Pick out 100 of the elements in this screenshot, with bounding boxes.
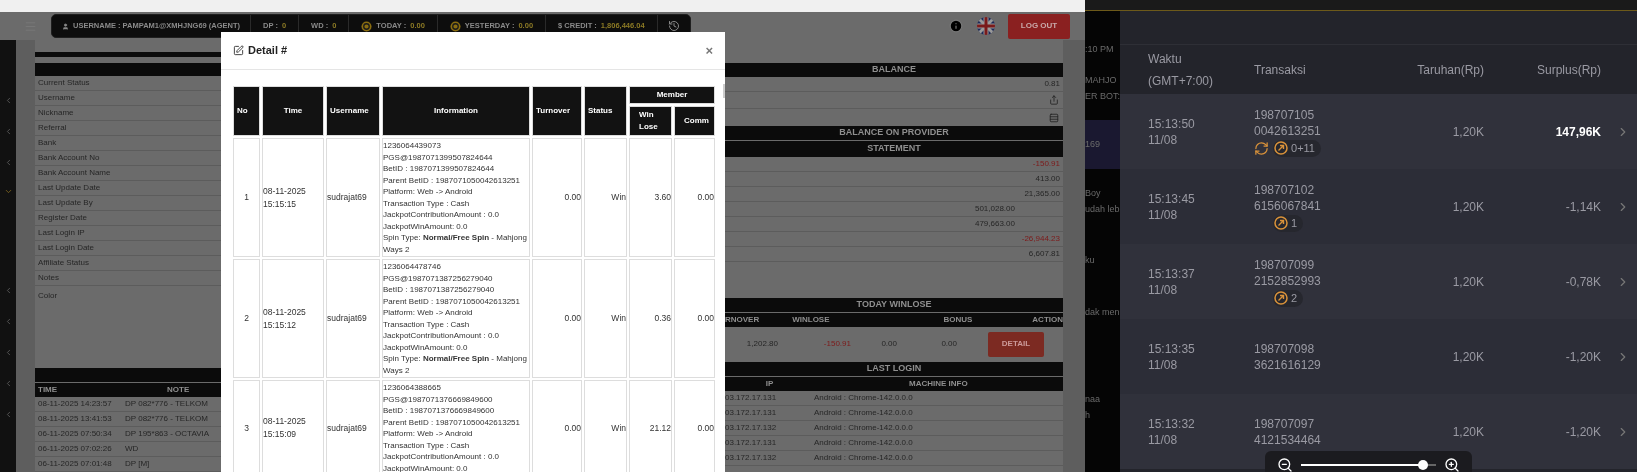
coin-icon (361, 20, 373, 32)
profile-label: Register Date (38, 212, 87, 224)
detail-button[interactable]: DETAIL (988, 331, 1044, 357)
time-text: 15:13:45 (1148, 190, 1196, 207)
column-header: Information (382, 86, 530, 136)
bet-amount: 1,20K (1451, 123, 1484, 141)
table-cell: 08-11-2025 15:15:12 (262, 259, 324, 378)
chevron-down-icon[interactable] (3, 187, 13, 196)
profile-label: Bank (38, 137, 57, 149)
column-header: Surplus(Rp) (1536, 61, 1601, 79)
column-header: ACTION (1031, 314, 1063, 326)
chat-snippet: dak men (1085, 305, 1120, 319)
table-cell-text: 06-11-2025 07:50:34 (37, 428, 113, 440)
transaction-row[interactable]: 15:13:32 11/08 198707097 4121534464 1,20K -1,20K (1120, 394, 1637, 469)
chat-snippet: ER BOT: (1085, 90, 1120, 103)
chat-snippet: :10 PM (1085, 43, 1115, 56)
chat-snippet: naa (1085, 393, 1102, 406)
table-cell: Android : Chrome-142.0.0.0 (814, 407, 913, 419)
statement-value: -150.91 (1032, 158, 1060, 170)
table-cell: WD (125, 443, 139, 455)
table-cell: sudrajat69 (326, 380, 380, 472)
section-header: TODAY WINLOSE (725, 298, 1063, 312)
column-header: Turnover (532, 86, 582, 136)
close-button[interactable]: × (705, 44, 713, 57)
column-header: RNOVER (725, 314, 761, 326)
table-cell: 21.12 (629, 380, 672, 472)
table-cell: sudrajat69 (326, 138, 380, 257)
table-cell: 0.00 (674, 138, 715, 257)
scrollbar[interactable] (723, 84, 725, 98)
zoom-out-icon[interactable] (1277, 457, 1293, 472)
table-cell: Android : Chrome-142.0.0.0 (814, 392, 913, 404)
user-icon (62, 22, 69, 30)
column-header: Taruhan(Rp) (1416, 61, 1484, 79)
edit-icon (233, 45, 244, 56)
chat-snippet: h (1085, 408, 1091, 422)
transaction-row[interactable]: 15:13:37 11/08 198707099 2152852993 2 1,20K -0,78K (1120, 244, 1637, 319)
info-cell: 1236064388665 PGS@1987071376669849600 BetID : 1987071376669849600 Parent BetID : 1987071050042613251 Platform: Web -> Android Transaction Type : Cash JackpotContributionAmount : 0.0 JackpotWinAmount: 0.0 (382, 380, 530, 472)
column-header: BONUS (942, 314, 973, 326)
column-header: Status (584, 86, 627, 136)
info-cell: 1236064439073 PGS@1987071399507824644 BetID : 1987071399507824644 Parent BetID : 1987071050042613251 Platform: Web -> Android Transaction Type : Cash JackpotContributionAmount : 0.0 JackpotWinAmount: 0.0 Spin Type: Normal/Free Spin - Mahjong Ways 2 (382, 138, 530, 257)
transaction-id: 198707097 (1254, 415, 1316, 432)
table-cell-text: 06-11-2025 07:02:26 (37, 443, 113, 455)
history-icon[interactable] (667, 20, 680, 32)
section-header: LAST LOGIN (725, 362, 1063, 376)
statement-value: 501,028.00 (974, 203, 1015, 215)
time-text: 15:13:50 (1148, 115, 1196, 132)
column-header: Win Lose (629, 106, 672, 136)
surplus-amount: 147,96K (1554, 123, 1601, 141)
column-header: Waktu (GMT+7:00) (1147, 50, 1215, 90)
transaction-id: 198707098 (1254, 340, 1316, 357)
transaction-row[interactable]: 15:13:35 11/08 198707098 3621616129 1,20K -1,20K (1120, 319, 1637, 394)
flag-icon[interactable] (977, 17, 995, 35)
table-cell: 08-11-2025 15:15:15 (262, 138, 324, 257)
share-icon[interactable] (1049, 95, 1059, 105)
section-header: BALANCE ON PROVIDER (725, 126, 1063, 140)
zoom-in-icon[interactable] (1444, 457, 1460, 472)
time-text: 15:13:35 (1148, 340, 1196, 357)
table-cell: 0.00 (674, 380, 715, 472)
chat-snippet: 169 (1085, 119, 1120, 169)
column-header: NOTE (166, 384, 190, 396)
transaction-row[interactable]: 15:13:45 11/08 198707102 6156067841 1 1,20K -1,14K (1120, 169, 1637, 244)
date-text: 11/08 (1148, 206, 1179, 223)
transaction-id: 4121534464 (1254, 431, 1322, 448)
profile-label: Bank Account No (38, 152, 100, 164)
info-icon[interactable] (949, 19, 963, 33)
transaction-row[interactable]: 15:13:50 11/08 198707105 0042613251 0+11 1,20K 147,96K (1120, 94, 1637, 169)
list-icon[interactable] (1049, 112, 1059, 123)
table-cell: 0.00 (532, 138, 582, 257)
surplus-amount: -1,20K (1564, 348, 1601, 366)
section-header: BALANCE (725, 63, 1063, 77)
column-header: Member (629, 86, 715, 104)
table-cell: 0.00 (532, 259, 582, 378)
coin-icon (449, 20, 461, 32)
profile-label: Notes (38, 272, 59, 284)
bet-amount: 1,20K (1451, 198, 1484, 216)
table-cell: Android : Chrome-142.0.0.0 (814, 452, 913, 464)
table-cell-text: 06-11-2025 07:01:48 (37, 458, 113, 470)
transaction-id: 2152852993 (1254, 272, 1322, 289)
count-badge: 2 (1273, 289, 1304, 307)
transaction-id: 198707105 (1254, 106, 1316, 123)
table-cell-text: 03.172.17.131 (725, 437, 778, 449)
column-header: MACHINE INFO (908, 378, 968, 390)
table-cell: 2 (233, 259, 260, 378)
table-cell-text: 03.172.17.131 (725, 407, 778, 419)
statement-value: -26,944.23 (1021, 233, 1060, 245)
bet-amount: 1,20K (1451, 423, 1484, 441)
column-header: Comm (674, 106, 715, 136)
table-cell: 08-11-2025 15:15:09 (262, 380, 324, 472)
logout-button[interactable]: LOG OUT (1008, 13, 1070, 39)
table-cell: 3.60 (629, 138, 672, 257)
transaction-id: 6156067841 (1254, 197, 1322, 214)
column-header: No (233, 86, 260, 136)
statement-value: 479,663.00 (974, 218, 1015, 230)
surplus-amount: -1,20K (1564, 423, 1601, 441)
time-text: 15:13:32 (1148, 415, 1196, 432)
date-text: 11/08 (1148, 356, 1179, 373)
compass-icon (1274, 291, 1288, 305)
bet-amount: 1,20K (1451, 348, 1484, 366)
table-cell: 3 (233, 380, 260, 472)
date-text: 11/08 (1148, 431, 1179, 448)
